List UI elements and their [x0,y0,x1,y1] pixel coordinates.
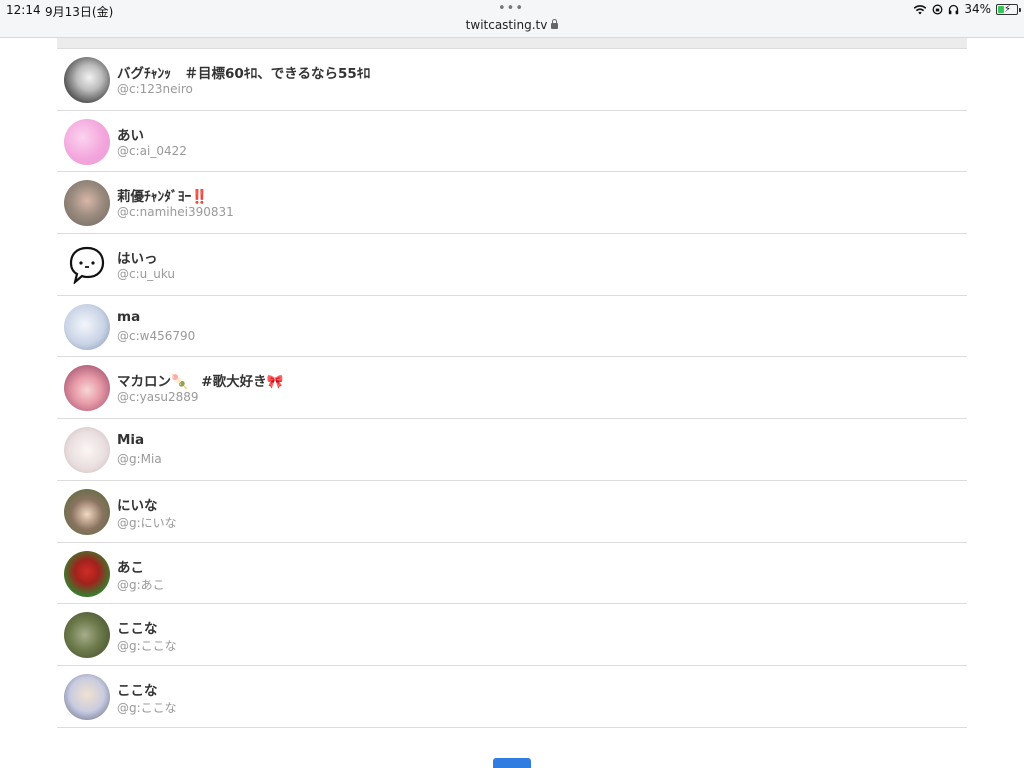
avatar[interactable] [64,673,110,720]
avatar[interactable] [64,57,110,103]
avatar[interactable] [64,365,110,412]
user-name[interactable]: ここな [117,617,158,637]
user-screen-id: @g:ここな [117,700,177,715]
lock-icon [551,19,559,29]
url-text: twitcasting.tv [465,18,548,32]
avatar[interactable] [64,303,110,350]
avatar[interactable] [64,612,110,659]
avatar[interactable] [64,550,110,597]
user-screen-id: @g:あこ [117,577,165,592]
user-screen-id: @g:Mia [117,452,162,467]
user-row[interactable]: バグﾁｬﾝｯ ＃目標60ｷﾛ、できるなら55ｷﾛ @c:123neiro [57,49,967,111]
battery-percent: 34% [964,2,991,16]
user-row[interactable]: Mia @g:Mia [57,419,967,481]
avatar[interactable] [64,118,110,165]
wifi-icon [913,4,927,15]
user-row[interactable]: あい @c:ai_0422 [57,111,967,173]
rotation-lock-icon [932,4,943,15]
user-screen-id: @c:yasu2889 [117,390,199,405]
user-name[interactable]: マカロン🍡 #歌大好き🎀 [117,370,283,390]
user-name[interactable]: はいっ [117,247,158,267]
avatar[interactable] [64,242,110,289]
user-name[interactable]: ma [117,309,140,325]
user-screen-id: @g:にいな [117,515,177,530]
user-row[interactable]: にいな @g:にいな [57,481,967,543]
user-screen-id: @c:u_uku [117,267,176,282]
address-bar[interactable]: twitcasting.tv [0,18,1024,32]
user-row[interactable]: あこ @g:あこ [57,543,967,605]
avatar[interactable] [64,427,110,474]
avatar[interactable] [64,488,110,535]
user-screen-id: @c:namihei390831 [117,205,234,220]
user-row[interactable]: 莉優ﾁｬﾝﾀﾞﾖｰ‼️ @c:namihei390831 [57,172,967,235]
user-list: バグﾁｬﾝｯ ＃目標60ｷﾛ、できるなら55ｷﾛ @c:123neiro あい @c:… [57,38,967,728]
avatar[interactable] [64,180,110,227]
user-name[interactable]: バグﾁｬﾝｯ ＃目標60ｷﾛ、できるなら55ｷﾛ [117,62,370,82]
load-more-button[interactable] [493,758,531,768]
user-screen-id: @c:123neiro [117,82,193,96]
user-screen-id: @c:w456790 [117,328,196,343]
user-name[interactable]: Mia [117,432,144,448]
more-dots-icon[interactable]: ••• [498,2,524,16]
user-name[interactable]: 莉優ﾁｬﾝﾀﾞﾖｰ‼️ [117,185,208,205]
user-row[interactable]: マカロン🍡 #歌大好き🎀 @c:yasu2889 [57,357,967,420]
user-name[interactable]: あこ [117,556,144,576]
user-name[interactable]: ここな [117,679,158,699]
user-screen-id: @c:ai_0422 [117,143,187,158]
status-time: 12:14 [6,3,41,17]
headphones-icon [948,4,959,15]
user-name[interactable]: あい [117,124,144,144]
user-row[interactable]: ma @c:w456790 [57,296,967,358]
status-bar: 12:14 9月13日(金) ••• twitcasting.tv 34% ⚡ [0,0,1024,38]
user-row[interactable]: ここな @g:ここな [57,604,967,666]
charging-bolt-icon: ⚡ [1004,3,1012,15]
user-screen-id: @g:ここな [117,639,177,654]
user-row[interactable]: はいっ @c:u_uku [57,234,967,296]
list-header-bar [57,38,967,49]
user-name[interactable]: にいな [117,494,158,514]
user-row[interactable]: ここな @g:ここな [57,666,967,728]
battery-icon: ⚡ [996,3,1021,15]
